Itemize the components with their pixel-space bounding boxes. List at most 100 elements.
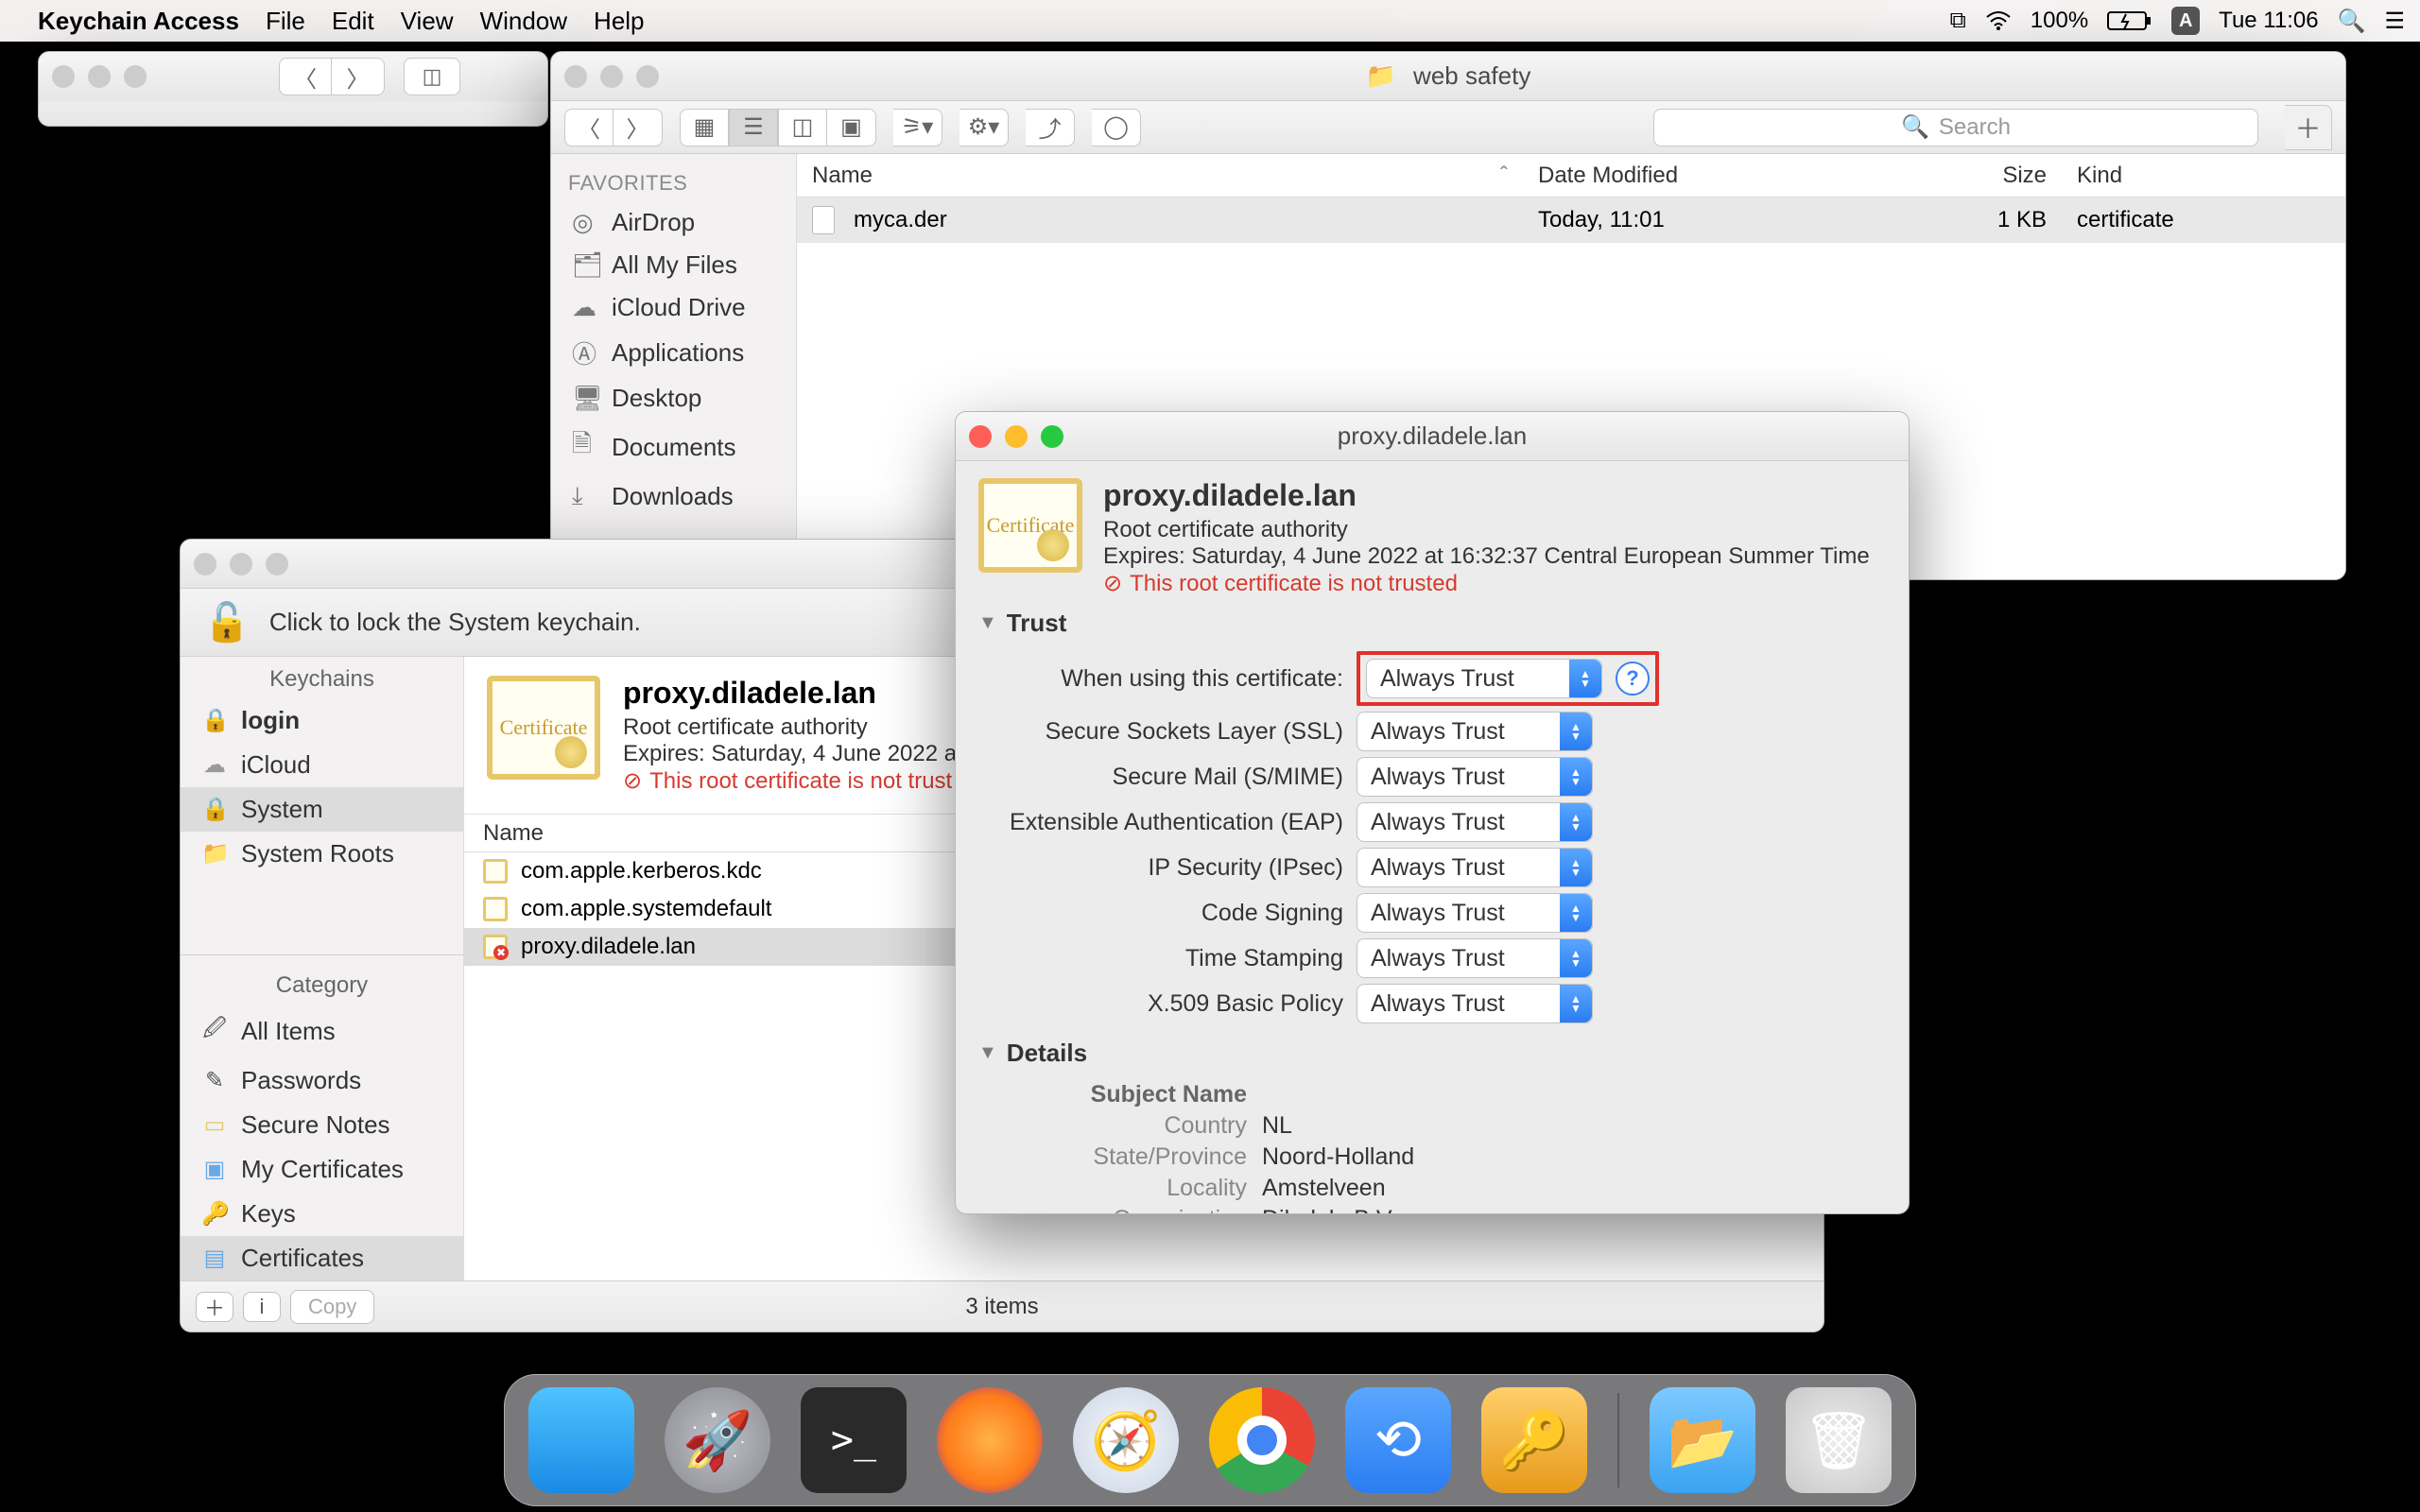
column-header-date[interactable]: Date Modified [1523,163,1958,189]
zoom-icon[interactable] [266,553,288,576]
category-keys[interactable]: 🔑Keys [181,1192,463,1236]
disclosure-down-icon[interactable]: ▼ [978,612,997,634]
sidebar-item-applications[interactable]: ⒶApplications [551,329,796,377]
column-header-size[interactable]: Size [1958,163,2062,189]
spotlight-icon[interactable]: 🔍 [2338,8,2366,35]
sidebar-toggle-button[interactable]: ◫ [404,58,460,95]
close-icon[interactable] [969,425,992,448]
close-dim-icon[interactable] [52,65,75,88]
column-header-name[interactable]: Nameˆ [797,163,1523,189]
help-button[interactable]: ? [1616,662,1650,696]
input-source-icon[interactable]: A [2171,7,2200,35]
search-icon: 🔍 [1901,113,1929,141]
info-button[interactable]: i [243,1292,281,1322]
close-icon[interactable] [564,65,587,88]
dock-folder[interactable]: 📂 [1650,1387,1755,1493]
keychain-system-roots[interactable]: 📁System Roots [181,832,463,876]
category-certificates[interactable]: ▤Certificates [181,1236,463,1280]
new-tab-button[interactable]: ＋ [2285,105,2332,150]
menubar-clock[interactable]: Tue 11:06 [2219,8,2318,34]
close-icon[interactable] [194,553,216,576]
dock-vm[interactable]: ⟲ [1345,1387,1451,1493]
dock-chrome[interactable] [1209,1387,1315,1493]
dock-keychain[interactable]: 🔑 [1481,1387,1587,1493]
sidebar-item-airdrop[interactable]: ◎AirDrop [551,201,796,244]
file-row[interactable]: myca.der Today, 11:01 1 KB certificate [797,198,2345,243]
view-columns-button[interactable]: ◫ [778,109,827,146]
tags-button[interactable]: ◯ [1092,109,1141,146]
minimize-icon[interactable] [230,553,252,576]
back-button[interactable]: 〈 [279,58,332,95]
policy-select[interactable]: Always Trust▲▼ [1357,848,1593,887]
battery-icon[interactable] [2107,9,2152,32]
app-name-menu[interactable]: Keychain Access [38,7,239,36]
keychain-icloud[interactable]: ☁iCloud [181,743,463,787]
copy-button[interactable]: Copy [290,1290,374,1324]
select-arrows-icon: ▲▼ [1560,849,1592,886]
sidebar-item-icloud[interactable]: ☁iCloud Drive [551,286,796,329]
share-button[interactable]: ⤴ [1026,109,1075,146]
nav-forward-button[interactable]: 〉 [614,109,663,146]
sidebar-item-documents[interactable]: 🗎Documents [551,420,796,474]
arrange-button[interactable]: ⚞▾ [893,109,942,146]
nav-back-button[interactable]: 〈 [564,109,614,146]
policy-select[interactable]: Always Trust▲▼ [1357,712,1593,751]
sidebar-item-all-my-files[interactable]: 🗂All My Files [551,244,796,286]
menu-help[interactable]: Help [594,7,644,36]
dock-firefox[interactable] [937,1387,1043,1493]
dock-safari[interactable]: 🧭 [1073,1387,1179,1493]
certificate-icon [483,897,508,921]
notification-center-icon[interactable]: ☰ [2384,8,2405,35]
min-dim-icon[interactable] [88,65,111,88]
finder-search-input[interactable]: 🔍Search [1653,109,2258,146]
keychain-system[interactable]: 🔒System [181,787,463,832]
action-button[interactable]: ⚙▾ [959,109,1009,146]
policy-select[interactable]: Always Trust ▲▼ [1357,938,1593,978]
minimize-icon[interactable] [600,65,623,88]
menu-window[interactable]: Window [480,7,567,36]
disclosure-down-icon[interactable]: ▼ [978,1042,997,1064]
select-arrows-icon: ▲▼ [1560,939,1592,977]
trust-master-select[interactable]: Always Trust▲▼ [1366,659,1602,698]
policy-select[interactable]: Always Trust▲▼ [1357,802,1593,842]
cert-expires: Expires: Saturday, 4 June 2022 at 16:32:… [1103,543,1870,570]
category-my-certificates[interactable]: ▣My Certificates [181,1147,463,1192]
keychain-login[interactable]: 🔒login [181,698,463,743]
category-all[interactable]: 🖉All Items [181,1005,463,1058]
sidebar-label: Applications [612,338,744,368]
policy-select[interactable]: Always Trust▲▼ [1357,757,1593,797]
menu-file[interactable]: File [266,7,305,36]
cert-expires: Expires: Saturday, 4 June 2022 at [623,741,963,767]
view-icons-button[interactable]: ▦ [680,109,729,146]
category-passwords[interactable]: ✎Passwords [181,1058,463,1103]
background-window: 〈 〉 ◫ [38,51,548,127]
column-header-kind[interactable]: Kind [2062,163,2345,189]
lock-icon[interactable]: 🔓 [203,600,251,644]
dock-trash[interactable]: 🗑 [1786,1387,1892,1493]
minimize-icon[interactable] [1005,425,1028,448]
dock-launchpad[interactable]: 🚀 [665,1387,770,1493]
forward-button[interactable]: 〉 [332,58,385,95]
menu-view[interactable]: View [401,7,454,36]
trust-header: Trust [1007,609,1067,638]
view-gallery-button[interactable]: ▣ [827,109,876,146]
policy-select[interactable]: Always Trust▲▼ [1357,893,1593,933]
zoom-dim-icon[interactable] [124,65,147,88]
dock-finder[interactable] [528,1387,634,1493]
dock-terminal[interactable]: >_ [801,1387,907,1493]
zoom-icon[interactable] [636,65,659,88]
wifi-icon[interactable] [1985,11,2012,30]
sidebar-item-downloads[interactable]: ⤓Downloads [551,474,796,518]
policy-select[interactable]: Always Trust▲▼ [1357,984,1593,1023]
sidebar-item-desktop[interactable]: 🖥Desktop [551,377,796,420]
select-value: Always Trust [1371,945,1505,972]
cert-type: Root certificate authority [623,714,963,741]
view-list-button[interactable]: ☰ [729,109,778,146]
zoom-icon[interactable] [1041,425,1063,448]
menu-edit[interactable]: Edit [332,7,374,36]
screenshare-icon[interactable]: ⧉ [1950,8,1966,34]
certificate-icon [483,859,508,884]
add-button[interactable]: ＋ [196,1292,233,1322]
category-secure-notes[interactable]: ▭Secure Notes [181,1103,463,1147]
category-label: All Items [241,1017,336,1046]
